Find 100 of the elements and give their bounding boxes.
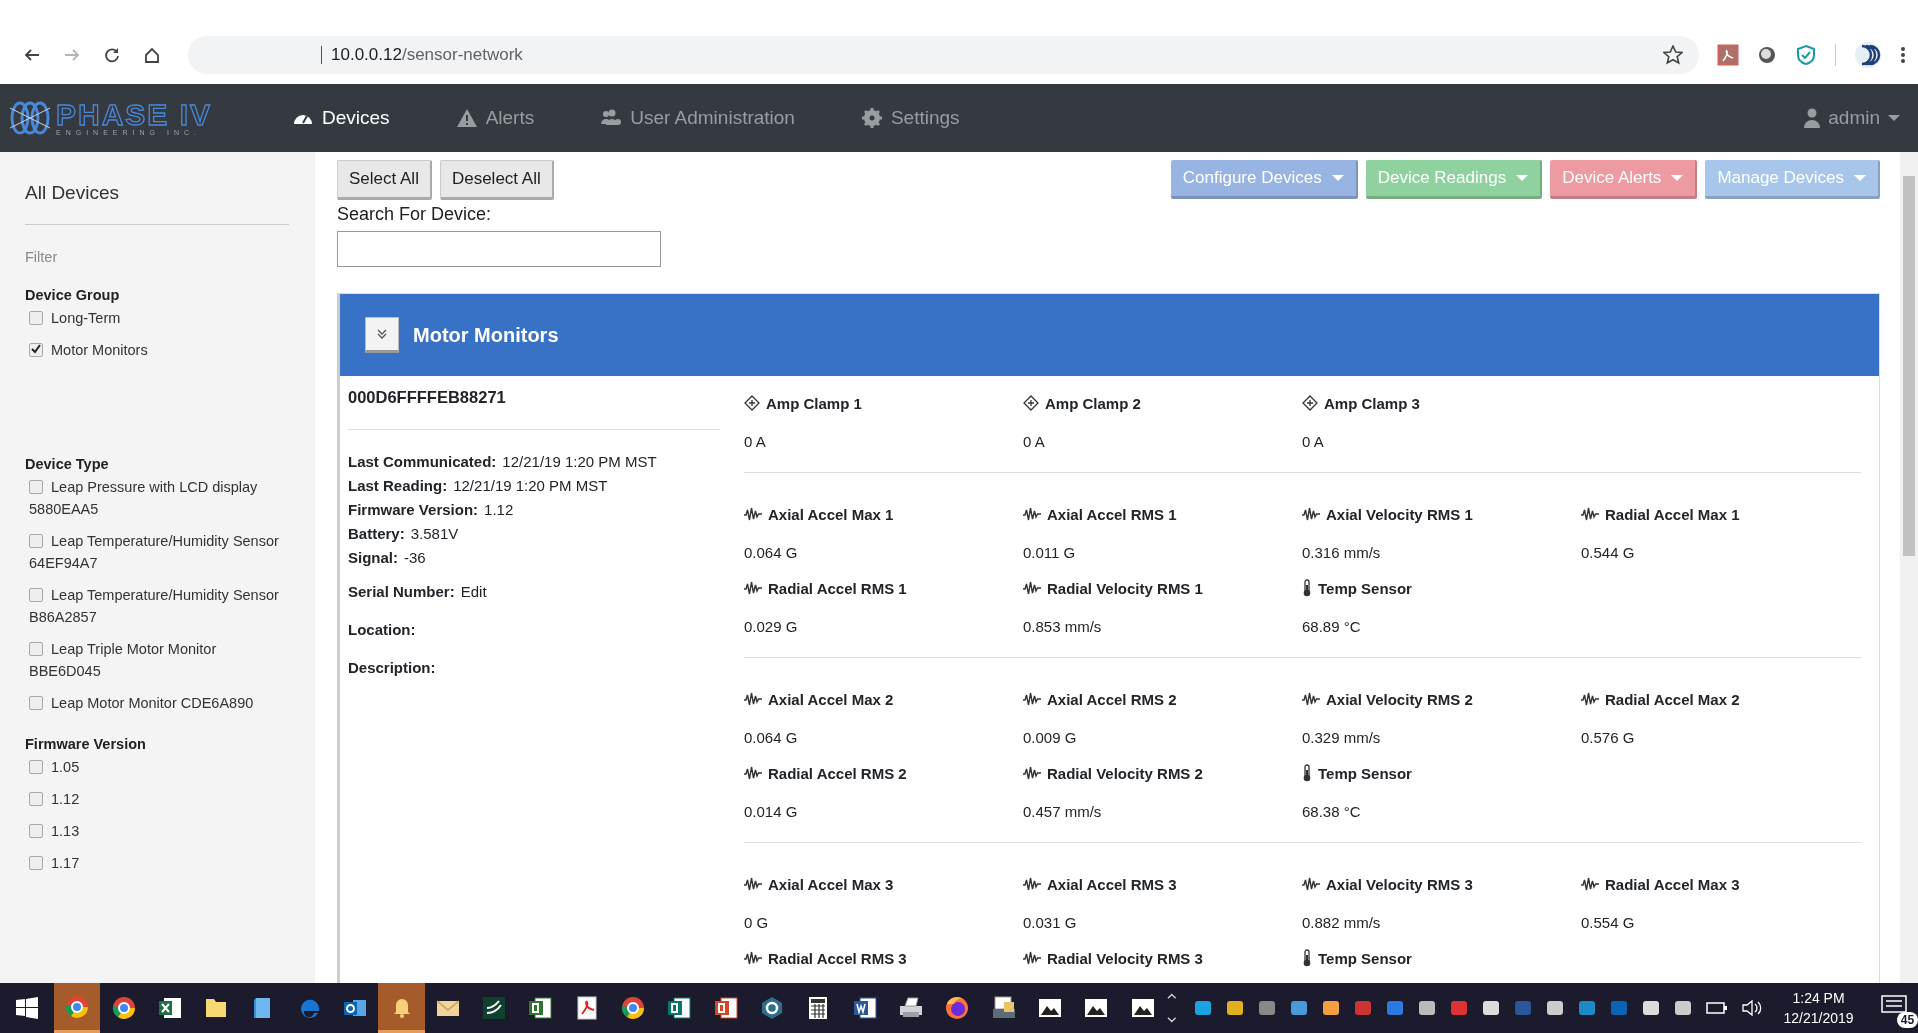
diamond-icon bbox=[1302, 395, 1318, 411]
filter-option[interactable]: Leap Temperature/Humidity Sensor B86A2857 bbox=[29, 584, 279, 628]
diamond-icon bbox=[744, 395, 760, 411]
filter-option[interactable]: Leap Triple Motor Monitor BBE6D045 bbox=[29, 638, 279, 682]
checkbox[interactable] bbox=[29, 824, 43, 838]
reading-label: Temp Sensor bbox=[1318, 949, 1412, 967]
filter-label: Filter bbox=[25, 249, 59, 265]
user-menu[interactable]: admin bbox=[1798, 106, 1906, 130]
reading-value: 0.011 G bbox=[1023, 543, 1077, 563]
checkbox[interactable] bbox=[29, 696, 43, 710]
menu-icon[interactable] bbox=[1900, 46, 1906, 64]
warning-icon[interactable] bbox=[455, 108, 478, 128]
checkbox[interactable] bbox=[29, 480, 43, 494]
reading-value: 0 A bbox=[744, 432, 767, 452]
info-line: Signal: -36 bbox=[348, 548, 427, 568]
tray-app-icon[interactable] bbox=[1417, 999, 1436, 1017]
waveform-icon bbox=[744, 877, 762, 891]
shield-icon[interactable] bbox=[1795, 44, 1817, 66]
reading-value: 0.329 mm/s bbox=[1302, 728, 1382, 748]
address-field[interactable]: 10.0.0.12/sensor-network bbox=[188, 36, 1699, 74]
nav-link[interactable]: Settings bbox=[860, 107, 960, 129]
info-line: Last Reading: 12/21/19 1:20 PM MST bbox=[348, 476, 609, 496]
chevron-down-icon[interactable] bbox=[376, 328, 388, 340]
circle-extension-icon[interactable] bbox=[1757, 45, 1777, 65]
filter-option[interactable]: Motor Monitors bbox=[29, 339, 279, 361]
reading-value: 0.029 G bbox=[744, 617, 799, 637]
notification-button[interactable]: 45 bbox=[1879, 988, 1918, 1028]
checkbox[interactable] bbox=[29, 856, 43, 870]
reading-label: Radial Accel Max 2 bbox=[1605, 690, 1740, 708]
tray-app-icon[interactable] bbox=[1321, 999, 1340, 1017]
reading-value: 0.853 mm/s bbox=[1023, 617, 1103, 637]
reading-value: 0.882 mm/s bbox=[1302, 913, 1382, 933]
select-button[interactable]: Deselect All bbox=[439, 160, 554, 200]
tray-app-icon[interactable] bbox=[1193, 999, 1212, 1017]
tray-app-icon[interactable] bbox=[1641, 999, 1660, 1017]
waveform-icon bbox=[744, 951, 762, 965]
filter-option[interactable]: 1.12 bbox=[29, 788, 279, 810]
reading-value: 0.009 G bbox=[1023, 728, 1078, 748]
waveform-icon bbox=[1023, 581, 1041, 595]
speaker-icon[interactable] bbox=[1741, 1000, 1762, 1016]
checkbox[interactable] bbox=[29, 760, 43, 774]
reading-value: 0.457 mm/s bbox=[1023, 802, 1103, 822]
reading-label: Radial Accel RMS 2 bbox=[768, 764, 907, 782]
checkbox[interactable] bbox=[29, 311, 43, 325]
waveform-icon bbox=[1302, 692, 1320, 706]
search-field[interactable] bbox=[337, 231, 661, 267]
tray-app-icon[interactable] bbox=[1225, 999, 1244, 1017]
reading-value: 0 G bbox=[744, 913, 770, 933]
waveform-icon bbox=[1023, 766, 1041, 780]
waveform-icon bbox=[1023, 951, 1041, 965]
reading-label: Axial Velocity RMS 3 bbox=[1326, 875, 1473, 893]
scrollbar[interactable] bbox=[1900, 152, 1918, 983]
waveform-icon bbox=[1581, 692, 1599, 706]
waveform-icon bbox=[744, 766, 762, 780]
profile-icon[interactable] bbox=[1854, 41, 1882, 69]
filter-option[interactable]: Leap Temperature/Humidity Sensor 64EF94A7 bbox=[29, 530, 279, 574]
clock-date[interactable]: 12/21/2019 bbox=[1783, 1008, 1854, 1028]
pdf-extension-icon[interactable] bbox=[1717, 44, 1739, 66]
select-button[interactable]: Select All bbox=[337, 160, 432, 200]
nav-link[interactable]: Alerts bbox=[455, 107, 535, 129]
filter-option[interactable]: Leap Motor Monitor CDE6A890 bbox=[29, 692, 279, 714]
filter-option[interactable]: Leap Pressure with LCD display 5880EAA5 bbox=[29, 476, 279, 520]
checkbox[interactable] bbox=[29, 534, 43, 548]
filter-option[interactable]: 1.13 bbox=[29, 820, 279, 842]
checkbox[interactable] bbox=[29, 792, 43, 806]
home-icon[interactable] bbox=[143, 46, 161, 64]
section-title: Device Group bbox=[25, 287, 121, 303]
tray-app-icon[interactable] bbox=[1289, 999, 1308, 1017]
reading-label: Radial Accel RMS 1 bbox=[768, 579, 907, 597]
search-label: Search For Device: bbox=[337, 204, 493, 225]
reload-icon[interactable] bbox=[103, 46, 121, 64]
clock-time[interactable]: 1:24 PM bbox=[1792, 988, 1845, 1008]
filter-option[interactable]: 1.17 bbox=[29, 852, 279, 874]
section-title: Device Type bbox=[25, 456, 110, 472]
info-line: Description: bbox=[348, 658, 437, 678]
nav-link[interactable]: Devices bbox=[292, 107, 390, 129]
info-line: Last Communicated: 12/21/19 1:20 PM MST bbox=[348, 452, 658, 472]
checkbox[interactable] bbox=[29, 343, 43, 357]
star-icon[interactable] bbox=[1663, 45, 1683, 65]
thermometer-icon bbox=[1302, 949, 1312, 967]
nav-link[interactable]: User Administration bbox=[600, 107, 795, 129]
gear-icon[interactable] bbox=[860, 108, 883, 128]
users-icon[interactable] bbox=[600, 108, 623, 128]
tray-app-icon[interactable] bbox=[1481, 999, 1500, 1017]
user-icon[interactable] bbox=[1804, 108, 1821, 128]
reading-label: Axial Velocity RMS 2 bbox=[1326, 690, 1473, 708]
info-line: Location: bbox=[348, 620, 417, 640]
tray-app-icon[interactable] bbox=[1673, 999, 1692, 1017]
tray-app-icon[interactable] bbox=[1545, 999, 1564, 1017]
filter-option[interactable]: 1.05 bbox=[29, 756, 279, 778]
reading-value: 0.064 G bbox=[744, 543, 799, 563]
waveform-icon bbox=[1023, 692, 1041, 706]
checkbox[interactable] bbox=[29, 588, 43, 602]
filter-option[interactable]: Long-Term bbox=[29, 307, 279, 329]
reading-value: 0.064 G bbox=[744, 728, 799, 748]
checkbox[interactable] bbox=[29, 642, 43, 656]
reading-value: 0.014 G bbox=[744, 802, 799, 822]
windows-icon[interactable] bbox=[16, 997, 38, 1019]
battery-icon[interactable] bbox=[1705, 1001, 1728, 1015]
taskbar-app[interactable] bbox=[54, 983, 101, 1033]
